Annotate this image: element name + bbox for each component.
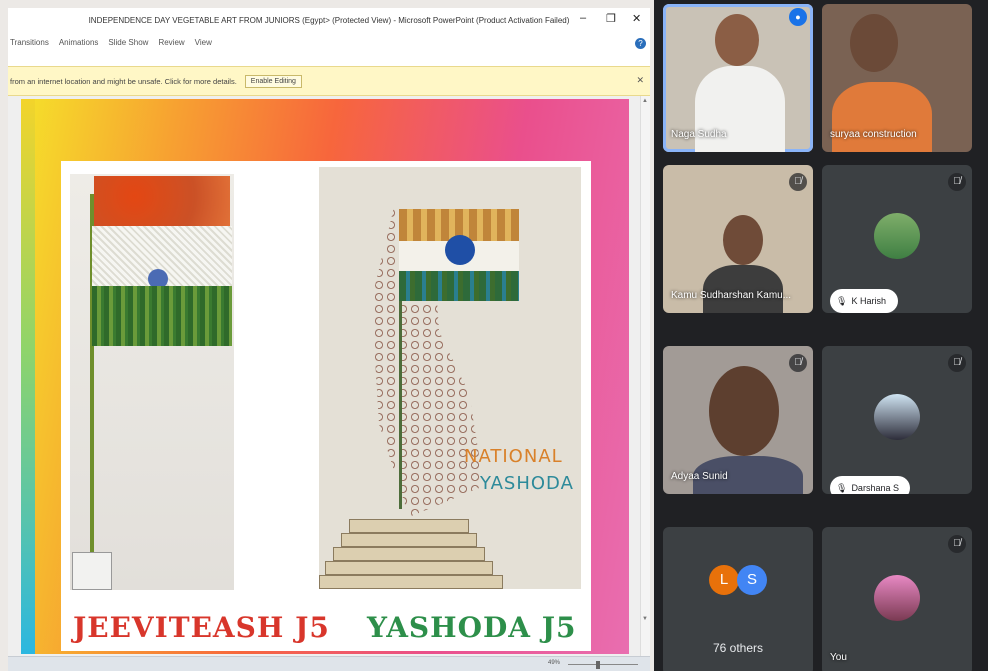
slide: NATIONAL YASHODA JEEVITEASH J5 YASHODA J… (21, 99, 629, 654)
participant-body (703, 265, 783, 313)
avatar-bubble: L (709, 565, 739, 595)
restore-button[interactable]: ❐ (606, 12, 616, 25)
self-tile[interactable]: 🎙̸ You (822, 527, 972, 671)
avatar-bubble: S (737, 565, 767, 595)
artwork-jeeviteash (70, 174, 234, 590)
artwork-yashoda: NATIONAL YASHODA (319, 167, 581, 589)
caption-right: YASHODA J5 (367, 611, 577, 644)
enable-editing-button[interactable]: Enable Editing (244, 74, 302, 88)
close-icon[interactable]: ✕ (636, 75, 644, 86)
participant-tile[interactable]: ● Naga Sudha (663, 4, 813, 152)
participant-tile[interactable]: 🎙̸ Adyaa Sunid (663, 346, 813, 494)
participant-face (723, 215, 763, 265)
name-pill: 🎙 Darshana S (830, 476, 910, 494)
participant-name: Kamu Sudharshan Kamu... (671, 290, 792, 301)
vertical-scrollbar[interactable]: ▲ ▼ (640, 96, 650, 656)
protected-view-message[interactable]: from an internet location and might be u… (10, 77, 237, 86)
step (325, 561, 493, 575)
flag-saffron-band (94, 176, 230, 226)
participant-face (715, 14, 759, 66)
name-pill: 🎙 K Harish (830, 289, 898, 313)
powerpoint-window: INDEPENDENCE DAY VEGETABLE ART FROM JUNI… (8, 8, 650, 671)
participant-face (850, 14, 898, 72)
mic-off-icon: 🎙 (836, 482, 848, 493)
tab-transitions[interactable]: Transitions (10, 38, 49, 54)
slide-decoration (21, 99, 35, 654)
zoom-slider-handle[interactable] (596, 661, 600, 669)
flag-green-band (399, 271, 519, 301)
help-icon[interactable]: ? (635, 38, 646, 49)
status-bar: 49% (8, 656, 650, 671)
protected-view-bar: from an internet location and might be u… (8, 66, 650, 96)
meeting-panel: ● Naga Sudha suryaa construction 🎙̸ Kamu… (654, 0, 988, 671)
mic-off-icon: 🎙̸ (948, 173, 966, 191)
flag-base (72, 552, 112, 590)
window-title: INDEPENDENCE DAY VEGETABLE ART FROM JUNI… (8, 8, 650, 32)
artwork-text: NATIONAL YASHODA (464, 443, 579, 497)
chakra-icon (445, 235, 475, 265)
flag (399, 209, 519, 301)
participant-face (709, 366, 779, 456)
artwork-text-line1: NATIONAL (464, 446, 563, 467)
tab-review[interactable]: Review (158, 38, 184, 54)
ribbon-tabs: Transitions Animations Slide Show Review… (8, 38, 212, 54)
avatar (874, 575, 920, 621)
steps (319, 517, 519, 589)
participant-tile[interactable]: 🎙̸ Kamu Sudharshan Kamu... (663, 165, 813, 313)
others-tile[interactable]: L S 76 others (663, 527, 813, 671)
avatar (874, 394, 920, 440)
close-button[interactable]: ✕ (632, 12, 641, 25)
participant-name: Adyaa Sunid (671, 471, 728, 482)
caption-left: JEEVITEASH J5 (73, 611, 330, 644)
screen: INDEPENDENCE DAY VEGETABLE ART FROM JUNI… (0, 0, 988, 671)
others-count: 76 others (712, 641, 764, 655)
participant-name: Darshana S (851, 483, 899, 493)
tab-animations[interactable]: Animations (59, 38, 99, 54)
zoom-slider[interactable] (568, 664, 638, 665)
scroll-up-icon[interactable]: ▲ (642, 98, 648, 104)
mic-off-icon: 🎙̸ (789, 173, 807, 191)
mic-off-icon: 🎙 (836, 295, 848, 306)
mic-off-icon: 🎙̸ (948, 535, 966, 553)
tab-slide-show[interactable]: Slide Show (108, 38, 148, 54)
participant-name: You (830, 652, 847, 663)
step (349, 519, 469, 533)
avatar (874, 213, 920, 259)
participant-tile[interactable]: 🎙̸ 🎙 K Harish (822, 165, 972, 313)
zoom-level: 49% (548, 660, 561, 666)
step (319, 575, 503, 589)
participant-name: suryaa construction (830, 129, 917, 140)
step (341, 533, 477, 547)
participant-tile[interactable]: suryaa construction (822, 4, 972, 152)
participant-body (832, 82, 932, 152)
participant-tile[interactable]: 🎙̸ 🎙 Darshana S (822, 346, 972, 494)
scroll-down-icon[interactable]: ▼ (642, 616, 648, 622)
mic-off-icon: 🎙̸ (948, 354, 966, 372)
participant-name: Naga Sudha (671, 129, 727, 140)
participant-name: K Harish (851, 296, 886, 306)
artwork-text-line2: YASHODA (480, 473, 574, 494)
step (333, 547, 485, 561)
slide-canvas: NATIONAL YASHODA JEEVITEASH J5 YASHODA J… (8, 96, 640, 656)
flag-green-band (92, 286, 232, 346)
tab-view[interactable]: View (195, 38, 212, 54)
minimize-button[interactable]: – (580, 12, 586, 24)
mic-off-icon: 🎙̸ (789, 354, 807, 372)
speaking-icon: ● (789, 8, 807, 26)
